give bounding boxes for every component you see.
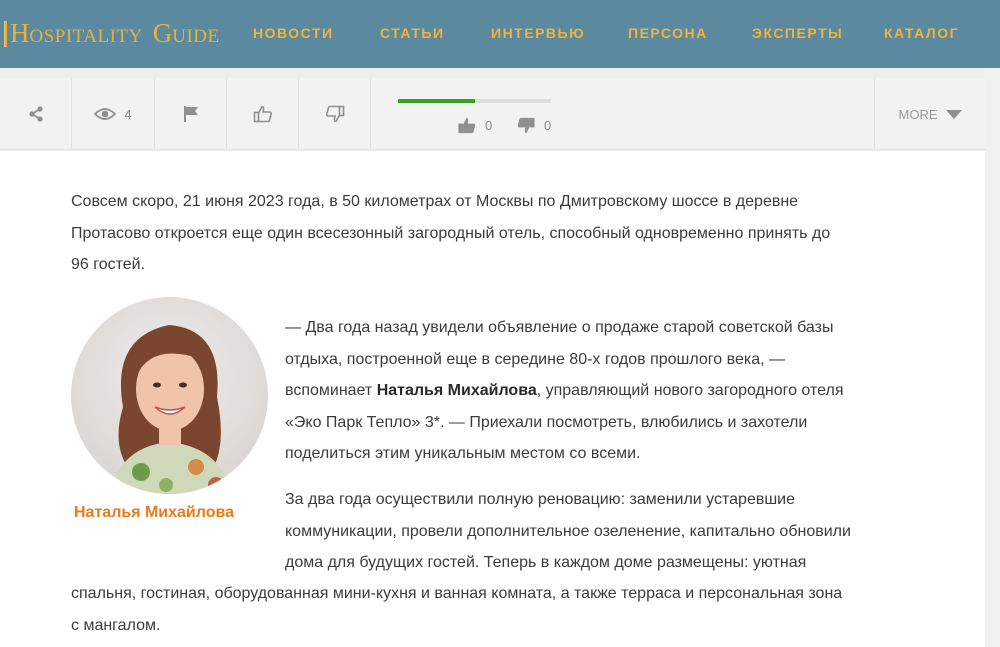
views-count: 4 (124, 106, 132, 122)
person-name: Наталья Михайлова (376, 382, 537, 399)
more-button[interactable]: MORE (874, 78, 985, 150)
logo-letter-g: G (152, 18, 173, 48)
logo-letter-h: H (10, 18, 30, 48)
photo-caption: Наталья Михайлова (74, 504, 235, 521)
thumbs-up-icon (253, 105, 272, 123)
text-fragment: вспоминает (285, 382, 377, 399)
site-header: H OSPITALITY G UIDE НОВОСТИ СТАТЬИ ИНТЕР… (0, 0, 1000, 68)
text-line: отдыха, построенной еще в середине 80-х … (285, 350, 785, 368)
eye-icon (94, 108, 117, 120)
text-line: 96 гостей. (71, 256, 146, 273)
like-button[interactable] (227, 78, 299, 150)
site-logo[interactable]: H OSPITALITY G UIDE (4, 19, 220, 49)
chevron-down-icon (945, 109, 962, 119)
text-line: За два года осуществили полную реновацию… (285, 491, 796, 508)
nav-experts[interactable]: ЭКСПЕРТЫ (752, 25, 843, 41)
article-paragraph-intro: Совсем скоро, 21 июня 2023 года, в 50 ки… (71, 186, 830, 281)
rating-bar (398, 99, 551, 103)
text-line: с мангалом. (71, 616, 161, 634)
article-paragraph-renovation-b: спальня, гостиная, оборудованная мини-ку… (71, 578, 842, 641)
dislikes-count: 0 (544, 118, 552, 133)
text-line: поделиться этим уникальным местом со все… (285, 445, 641, 462)
text-line: Протасово откроется еще один всесезонный… (71, 224, 831, 242)
rating-bar-fill (398, 99, 475, 103)
portrait-photo (71, 297, 268, 494)
share-button[interactable] (0, 78, 72, 150)
article-paragraph-renovation-a: За два года осуществили полную реновацию… (285, 484, 851, 579)
logo-word-hospitality: OSPITALITY (29, 26, 143, 47)
nav-articles[interactable]: СТАТЬИ (380, 25, 445, 41)
text-line: спальня, гостиная, оборудованная мини-ку… (71, 585, 843, 602)
text-line: дома для будущих гостей. Теперь в каждом… (285, 554, 807, 571)
flag-icon (183, 106, 198, 122)
text-line: коммуникации, провели дополнительное озе… (285, 522, 851, 540)
more-label: MORE (898, 106, 938, 122)
views-counter: 4 (72, 78, 155, 150)
text-line: — Два года назад увидели объявление о пр… (285, 319, 834, 336)
scrollbar-track[interactable] (985, 68, 1000, 647)
likes-count: 0 (485, 118, 493, 133)
nav-news[interactable]: НОВОСТИ (253, 25, 334, 41)
rating-likes[interactable]: 0 (457, 116, 492, 135)
nav-catalog[interactable]: КАТАЛОГ (884, 25, 959, 41)
rating-dislikes[interactable]: 0 (516, 116, 551, 135)
article-paragraph-quote: — Два года назад увидели объявление о пр… (285, 312, 844, 470)
thumbs-down-icon (325, 105, 344, 123)
text-fragment: , управляющий нового загородного отеля (536, 382, 844, 399)
flag-button[interactable] (155, 78, 227, 150)
thumbs-up-icon (458, 117, 476, 134)
logo-bar (4, 21, 7, 47)
text-line: вспоминает Наталья Михайлова, управляющи… (285, 375, 844, 407)
avatar (71, 297, 268, 494)
logo-word-guide: UIDE (172, 26, 220, 47)
dislike-button[interactable] (299, 78, 371, 150)
text-line: «Эко Парк Тепло» 3*. — Приехали посмотре… (285, 413, 808, 431)
text-line: Совсем скоро, 21 июня 2023 года, в 50 ки… (71, 193, 799, 210)
nav-persona[interactable]: ПЕРСОНА (628, 25, 708, 41)
share-icon (28, 106, 43, 122)
thumbs-down-icon (517, 117, 535, 134)
nav-interview[interactable]: ИНТЕРВЬЮ (491, 25, 585, 41)
